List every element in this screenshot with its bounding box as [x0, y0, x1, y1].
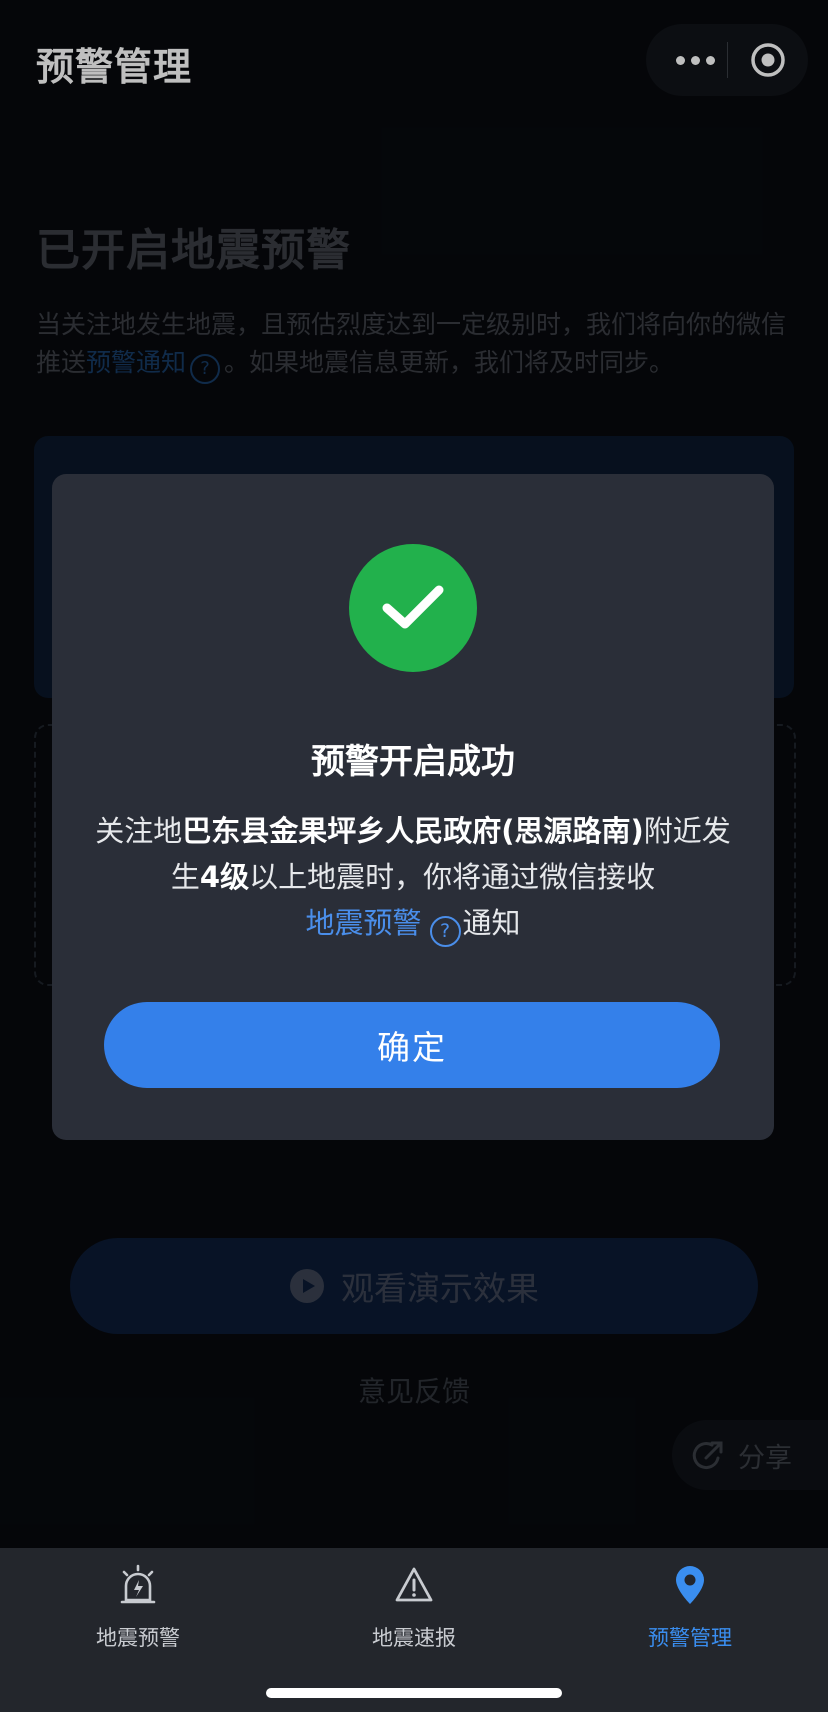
- siren-icon: [120, 1564, 156, 1604]
- tab-label: 地震预警: [96, 1626, 180, 1650]
- dialog-message: 关注地巴东县金果坪乡人民政府(思源路南)附近发生4级以上地震时，你将通过微信接收…: [92, 808, 734, 947]
- msg-link[interactable]: 地震预警: [305, 906, 421, 940]
- tab-label: 预警管理: [648, 1626, 732, 1650]
- location-pin-icon: [676, 1566, 704, 1604]
- warning-triangle-icon: [395, 1567, 433, 1602]
- tab-earthquake-alert[interactable]: 地震预警: [0, 1564, 276, 1664]
- dialog-title: 预警开启成功: [311, 742, 515, 782]
- success-dialog: 预警开启成功 关注地巴东县金果坪乡人民政府(思源路南)附近发生4级以上地震时，你…: [52, 474, 774, 1140]
- help-icon[interactable]: ?: [429, 916, 461, 947]
- msg-level: 4级: [199, 860, 250, 894]
- tab-earthquake-report[interactable]: 地震速报: [276, 1564, 552, 1664]
- msg-location: 巴东县金果坪乡人民政府(思源路南): [182, 814, 644, 848]
- msg-mid2: 以上地震时，你将通过微信接收: [249, 860, 656, 894]
- confirm-button[interactable]: 确定: [104, 1002, 720, 1088]
- msg-suffix: 通知: [462, 906, 521, 940]
- msg-prefix: 关注地: [95, 814, 183, 848]
- tab-label: 地震速报: [372, 1626, 456, 1650]
- home-indicator: [266, 1688, 562, 1698]
- tab-alert-management[interactable]: 预警管理: [552, 1564, 828, 1664]
- check-circle-icon: [349, 544, 477, 672]
